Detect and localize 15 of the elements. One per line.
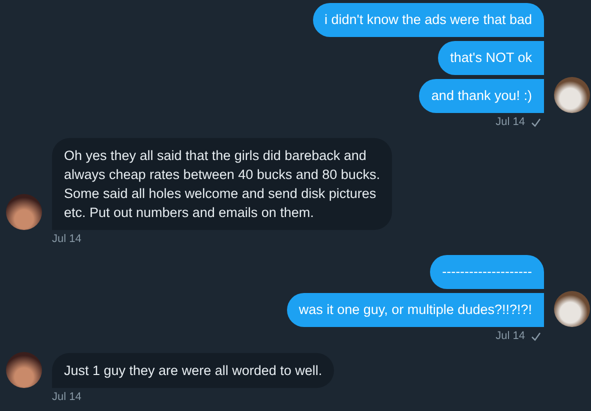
message-bubble: Just 1 guy they are were all worded to well. bbox=[52, 353, 334, 388]
avatar-placeholder[interactable] bbox=[554, 291, 590, 327]
message-time: Jul 14 bbox=[52, 233, 82, 246]
message-bubble: i didn't know the ads were that bad bbox=[312, 3, 544, 37]
message-bubble: that's NOT ok bbox=[438, 41, 544, 75]
message-bubble: -------------------- bbox=[430, 255, 544, 289]
message-bubble: Oh yes they all said that the girls did bareback and always cheap rates between 40 bucks and 80 bucks. Some said all holes welcome and send disk pictures etc. Put out numbers and emails on them. bbox=[52, 138, 392, 230]
message-time: Jul 14 bbox=[496, 330, 525, 343]
avatar-placeholder[interactable] bbox=[6, 194, 42, 230]
avatar-placeholder[interactable] bbox=[554, 77, 590, 113]
message-bubble: was it one guy, or multiple dudes?!!?!?! bbox=[286, 293, 544, 327]
avatar-placeholder[interactable] bbox=[6, 352, 42, 388]
message-time: Jul 14 bbox=[52, 391, 82, 404]
message-time: Jul 14 bbox=[496, 116, 525, 129]
message-bubble: and thank you! :) bbox=[419, 79, 544, 113]
